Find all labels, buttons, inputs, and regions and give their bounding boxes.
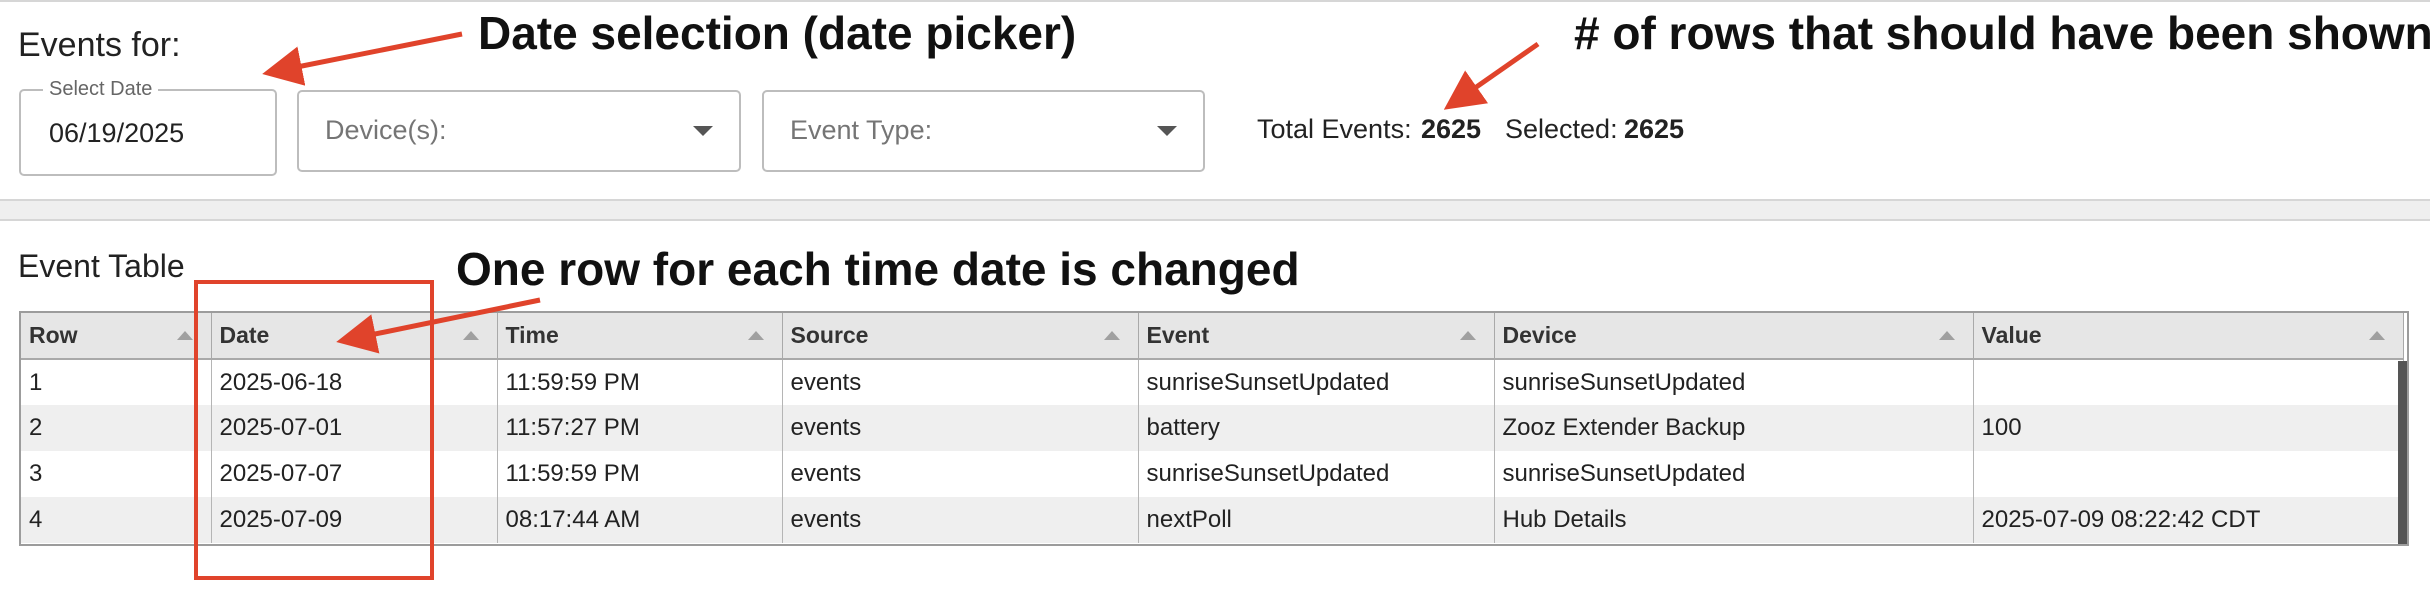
arrow-to-total-events: [1443, 41, 1540, 110]
annotation-arrows: [262, 31, 1540, 354]
arrow-to-date-picker: [262, 31, 463, 86]
arrow-to-date-column: [336, 297, 541, 354]
